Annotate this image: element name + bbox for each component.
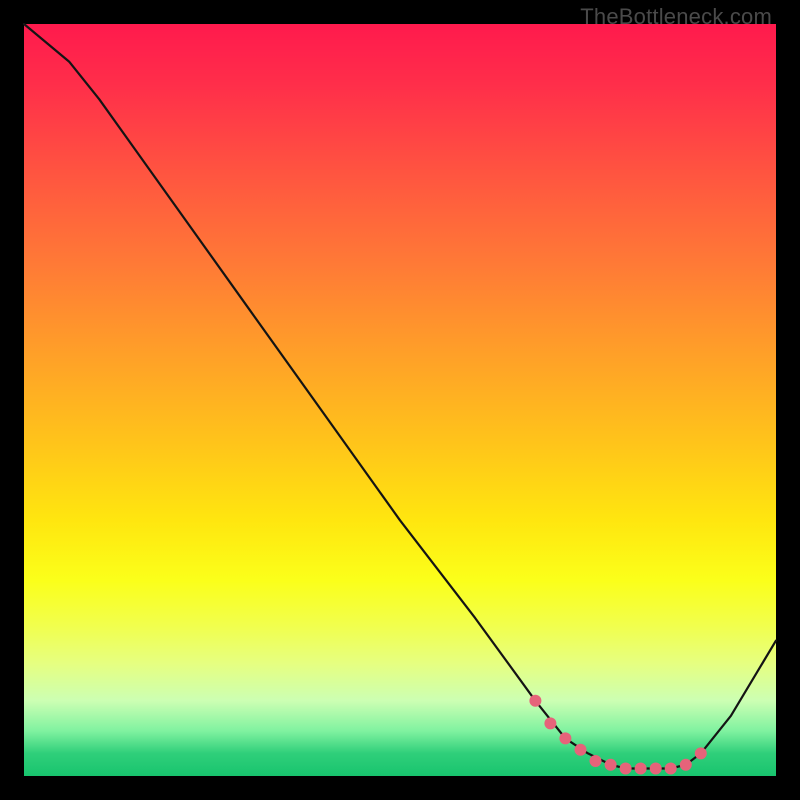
valley-marker	[605, 759, 617, 771]
curve-svg	[24, 24, 776, 776]
valley-marker	[529, 695, 541, 707]
valley-marker	[680, 759, 692, 771]
valley-markers-group	[529, 695, 706, 775]
valley-marker	[695, 747, 707, 759]
valley-marker	[559, 732, 571, 744]
valley-marker	[665, 763, 677, 775]
valley-marker	[575, 744, 587, 756]
bottleneck-curve	[24, 24, 776, 769]
plot-area	[24, 24, 776, 776]
chart-frame: TheBottleneck.com	[0, 0, 800, 800]
valley-marker	[544, 717, 556, 729]
valley-marker	[650, 763, 662, 775]
valley-marker	[590, 755, 602, 767]
valley-marker	[635, 763, 647, 775]
valley-marker	[620, 763, 632, 775]
